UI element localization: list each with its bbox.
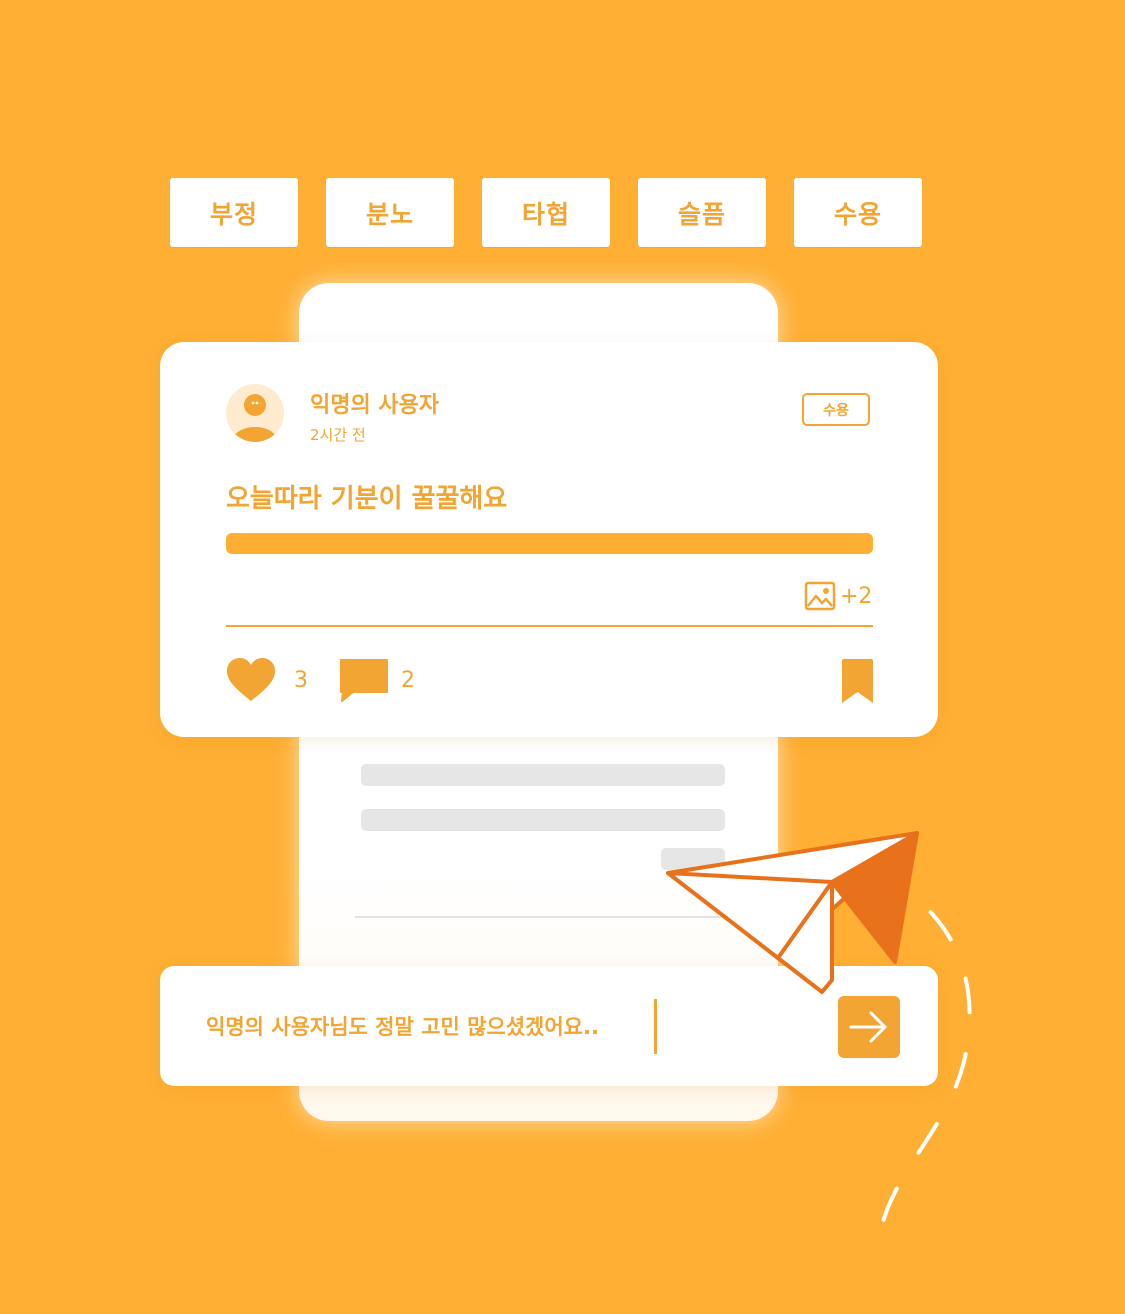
skeleton-line: [361, 809, 725, 831]
arrow-right-icon: [849, 1011, 887, 1043]
author-name: 익명의 사용자: [310, 393, 440, 418]
divider: [355, 916, 729, 918]
comment-button[interactable]: 2: [339, 658, 415, 702]
post-content-bar: [226, 533, 873, 554]
post-title: 오늘따라 기분이 꿀꿀해요: [226, 484, 508, 514]
skeleton-line: [661, 848, 725, 870]
image-count: +2: [840, 583, 873, 609]
image-indicator[interactable]: +2: [804, 580, 872, 612]
emotion-badge: 수용: [802, 393, 870, 426]
tab-anger[interactable]: 분노: [326, 178, 454, 247]
post-time: 2시간 전: [310, 426, 366, 444]
comment-count: 2: [401, 667, 415, 693]
comment-icon: [340, 659, 388, 702]
image-icon: [804, 581, 836, 611]
text-cursor: [654, 999, 657, 1054]
bookmark-icon[interactable]: [842, 659, 873, 703]
avatar-icon: [226, 384, 284, 442]
reply-input[interactable]: 익명의 사용자님도 정말 고민 많으셨겠어요..: [206, 1011, 599, 1041]
skeleton-line: [361, 764, 725, 786]
like-count: 3: [294, 667, 308, 693]
tab-sadness[interactable]: 슬픔: [638, 178, 766, 247]
post-card[interactable]: 익명의 사용자 2시간 전 수용 오늘따라 기분이 꿀꿀해요 +2 3 2: [160, 342, 938, 737]
heart-icon: [227, 658, 275, 701]
reply-input-bar[interactable]: 익명의 사용자님도 정말 고민 많으셨겠어요..: [160, 966, 938, 1086]
send-button[interactable]: [838, 996, 900, 1058]
tab-denial[interactable]: 부정: [170, 178, 298, 247]
tab-acceptance[interactable]: 수용: [794, 178, 922, 247]
divider: [226, 625, 873, 627]
like-button[interactable]: 3: [226, 658, 308, 702]
tab-bargaining[interactable]: 타협: [482, 178, 610, 247]
